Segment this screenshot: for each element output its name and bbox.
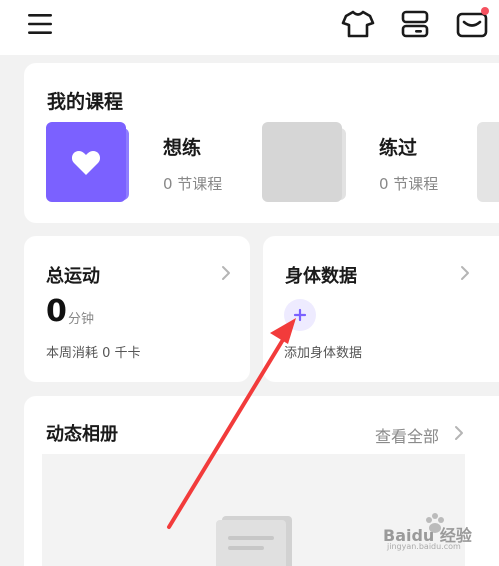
activity-album-card: 动态相册 查看全部 [24, 396, 499, 566]
course-cover-want [46, 122, 126, 202]
shirt-icon[interactable] [341, 8, 375, 40]
course-count-done: 0 节课程 [379, 175, 439, 193]
top-bar [0, 0, 499, 55]
device-icon[interactable] [399, 8, 431, 40]
menu-icon[interactable] [26, 10, 54, 38]
course-cover-done [262, 122, 342, 202]
courses-title: 我的课程 [47, 91, 124, 113]
exercise-calories: 本周消耗 0 千卡 [46, 346, 141, 361]
add-body-data-button[interactable] [284, 299, 316, 331]
my-courses-card: 我的课程 想练 0 节课程 练过 0 节课程 [24, 63, 499, 223]
course-cover-partial [477, 122, 499, 202]
chevron-right-icon [461, 266, 469, 280]
chevron-right-icon [455, 426, 463, 440]
album-title: 动态相册 [46, 424, 118, 445]
exercise-title: 总运动 [46, 266, 100, 287]
course-name-want: 想练 [163, 137, 202, 159]
body-data-card[interactable]: 身体数据 添加身体数据 [263, 236, 499, 382]
notification-dot [481, 7, 489, 15]
exercise-minutes-value: 0 [46, 294, 67, 329]
view-all-label: 查看全部 [375, 427, 440, 446]
album-placeholder[interactable] [42, 454, 465, 566]
total-exercise-card[interactable]: 总运动 0 分钟 本周消耗 0 千卡 [24, 236, 250, 382]
photo-placeholder-icon [216, 516, 292, 566]
heart-icon [71, 151, 101, 175]
course-count-want: 0 节课程 [163, 175, 223, 193]
plus-icon [293, 308, 307, 322]
course-name-done: 练过 [379, 137, 418, 159]
chevron-right-icon [222, 266, 230, 280]
exercise-minutes-unit: 分钟 [68, 312, 95, 327]
add-body-data-label: 添加身体数据 [284, 346, 363, 361]
body-data-title: 身体数据 [285, 266, 357, 287]
